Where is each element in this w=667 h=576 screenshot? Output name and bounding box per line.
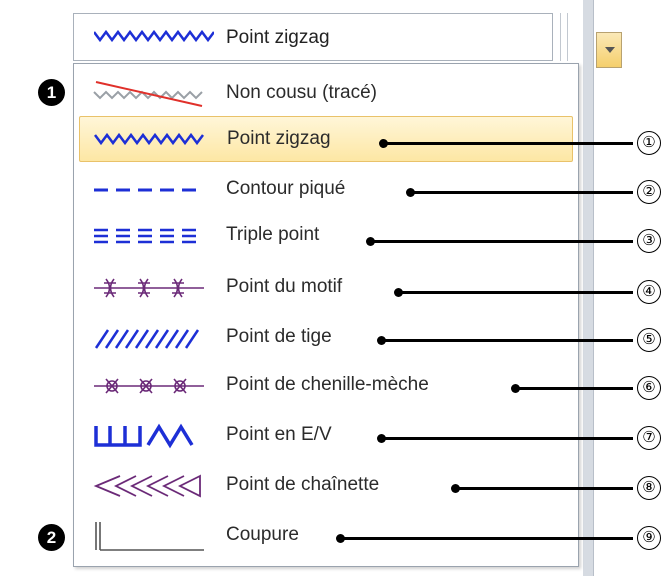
callout-number: ⑤ [637,328,661,352]
list-item-running[interactable]: Contour piqué [74,166,578,212]
callout-number: ① [637,131,661,155]
stem-stitch-icon [92,322,206,357]
chain-stitch-icon [92,470,206,505]
callout-number: ⑧ [637,476,661,500]
candlewicking-stitch-icon [92,370,206,405]
list-item-label: Point zigzag [227,128,331,149]
list-item-label: Point de chaînette [226,474,380,495]
cut-stitch-icon [92,520,206,559]
list-item-label: Point en E/V [226,424,332,445]
e-v-stitch-icon [92,420,206,455]
stitch-type-combobox[interactable]: Point zigzag [73,13,622,68]
callout-number: ⑨ [637,526,661,550]
list-item-stem[interactable]: Point de tige [74,314,578,360]
list-item-label: Point de chenille-mèche [226,374,429,395]
stitch-type-dropdown-list: Non cousu (tracé) Point zigzag Contour p… [73,63,579,567]
callout-leader-line [377,434,633,443]
callout-number: ⑦ [637,426,661,450]
list-item-label: Contour piqué [226,178,346,199]
callout-leader-line [377,336,633,345]
callout-leader-line [379,139,633,148]
callout-leader-line [336,534,633,543]
callout-leader-line [406,188,633,197]
callout-badge-1: 1 [38,79,65,106]
list-item-label: Point du motif [226,276,343,297]
not-sewn-stitch-icon [92,78,206,113]
combobox-edge [560,13,568,61]
combobox-selected-label: Point zigzag [226,27,330,48]
callout-badge-2: 2 [38,524,65,551]
motif-stitch-icon [92,272,206,307]
list-item-cut[interactable]: Coupure [74,512,578,558]
list-item-chain[interactable]: Point de chaînette [74,462,578,508]
list-item-e-v[interactable]: Point en E/V [74,412,578,458]
callout-number: ④ [637,280,661,304]
callout-number: ② [637,180,661,204]
dropdown-arrow-button[interactable] [596,32,622,68]
triple-stitch-icon [92,220,206,255]
callout-leader-line [511,384,633,393]
list-item-label: Triple point [226,224,320,245]
list-item-label: Non cousu (tracé) [226,82,378,103]
callout-leader-line [451,484,633,493]
callout-number: ⑥ [637,376,661,400]
callout-leader-line [394,288,633,297]
list-item-motif[interactable]: Point du motif [74,264,578,310]
zigzag-stitch-icon [93,124,207,159]
running-stitch-icon [92,174,206,209]
list-item-zigzag[interactable]: Point zigzag [79,116,573,162]
list-item-label: Coupure [226,524,299,545]
list-item-candlewicking[interactable]: Point de chenille-mèche [74,362,578,408]
list-item-triple[interactable]: Triple point [74,212,578,258]
callout-number: ③ [637,229,661,253]
list-item-not-sewn[interactable]: Non cousu (tracé) [74,70,578,116]
callout-leader-line [366,237,633,246]
zigzag-stitch-icon [93,28,215,49]
list-item-label: Point de tige [226,326,332,347]
